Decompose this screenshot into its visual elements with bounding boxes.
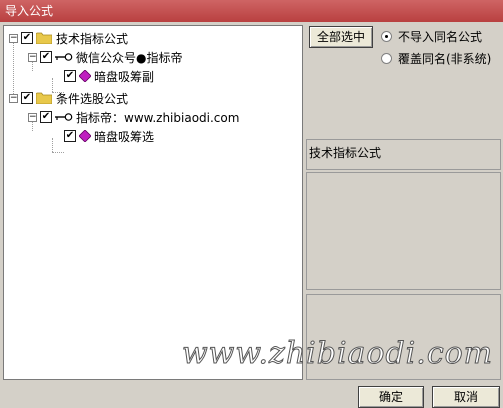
group-label: 条件选股公式 [56,91,129,106]
title-bar: 导入公式 [0,0,503,22]
site-watermark: www.zhibiaodi.com [181,336,494,372]
formula-gem-icon [79,70,91,82]
radio-no-import[interactable]: 不导入同名公式 [381,28,482,45]
tree-item-node[interactable]: − ✔ 微信公众号●指标帝 [28,48,182,66]
radio-overwrite-label: 覆盖同名(非系统) [398,52,492,66]
radio-unselected-icon[interactable] [381,53,392,64]
tree-item-node[interactable]: − ✔ 指标帝：www.zhibiaodi.com [28,108,239,126]
item-label: 指标帝：www.zhibiaodi.com [76,110,240,125]
category-text: 技术指标公式 [309,146,382,160]
collapse-icon[interactable]: − [9,33,18,43]
group-checkbox[interactable]: ✔ [21,32,33,44]
ok-button[interactable]: 确定 [358,386,424,408]
leaf-checkbox[interactable]: ✔ [64,130,76,142]
tree-group-node[interactable]: − ✔ 条件选股公式 [9,89,128,107]
tree-connector [52,152,64,153]
collapse-icon[interactable]: − [28,52,37,62]
category-panel: 技术指标公式 [306,139,501,170]
description-panel [306,172,501,290]
item-checkbox[interactable]: ✔ [40,51,52,63]
group-label: 技术指标公式 [56,31,129,46]
tree-leaf-node[interactable]: ✔ 暗盘吸筹副 [64,67,154,85]
group-checkbox[interactable]: ✔ [21,92,33,104]
radio-no-import-label: 不导入同名公式 [398,30,483,44]
tree-connector [52,138,53,152]
folder-icon [36,92,52,104]
cancel-button[interactable]: 取消 [432,386,500,408]
key-icon [55,113,73,121]
dialog-client: − ✔ 技术指标公式 − ✔ 微信公众号●指标帝 ✔ 暗盘吸筹副 − ✔ 条件选… [0,22,503,408]
radio-overwrite[interactable]: 覆盖同名(非系统) [381,50,491,67]
leaf-label: 暗盘吸筹副 [94,69,155,84]
formula-tree[interactable]: − ✔ 技术指标公式 − ✔ 微信公众号●指标帝 ✔ 暗盘吸筹副 − ✔ 条件选… [3,25,303,380]
tree-leaf-node[interactable]: ✔ 暗盘吸筹选 [64,127,154,145]
item-label: 微信公众号●指标帝 [76,50,183,65]
formula-gem-icon [79,130,91,142]
key-icon [55,53,73,61]
window-title: 导入公式 [5,4,54,18]
folder-icon [36,32,52,44]
collapse-icon[interactable]: − [9,93,18,103]
tree-group-node[interactable]: − ✔ 技术指标公式 [9,29,128,47]
leaf-label: 暗盘吸筹选 [94,129,155,144]
select-all-button[interactable]: 全部选中 [309,26,373,48]
collapse-icon[interactable]: − [28,112,37,122]
leaf-checkbox[interactable]: ✔ [64,70,76,82]
item-checkbox[interactable]: ✔ [40,111,52,123]
radio-selected-icon[interactable] [381,31,392,42]
